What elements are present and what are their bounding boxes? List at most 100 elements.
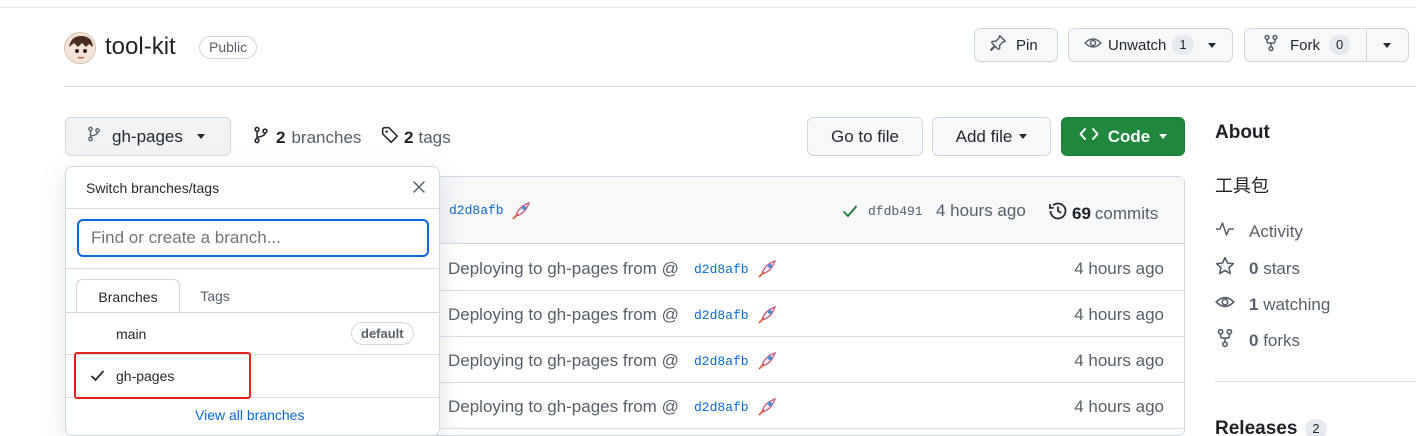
pin-label: Pin [1016,36,1038,54]
owner-avatar[interactable] [64,32,96,64]
commit-hash-link[interactable]: d2d8afb [694,308,749,323]
table-row[interactable]: Deploying to gh-pages from @ d2d8afb 4 h… [431,383,1184,429]
eye-icon [1215,292,1235,317]
activity-label: Activity [1249,221,1303,241]
branches-label: branches [291,127,362,147]
branch-search-input[interactable] [77,219,429,257]
branch-item-main[interactable]: main default [66,313,439,354]
go-to-file-button[interactable]: Go to file [807,117,923,156]
current-branch-label: gh-pages [112,126,183,146]
repo-name[interactable]: tool-kit [105,33,176,61]
fork-count: 0 [1329,35,1351,55]
header-separator [64,86,1416,87]
fork-icon [1262,34,1280,56]
branch-select-button[interactable]: gh-pages [65,117,231,156]
code-label: Code [1107,126,1151,146]
unwatch-label: Unwatch [1108,36,1167,54]
tag-icon [381,126,399,149]
branch-icon [252,126,270,149]
row-divider [431,428,1184,429]
pin-icon [989,34,1007,56]
branch-icon [86,126,102,147]
star-icon [1215,256,1235,281]
add-file-button[interactable]: Add file [932,117,1051,156]
chevron-down-icon [1207,42,1216,48]
tags-label: tags [418,127,451,147]
fork-icon [1215,328,1235,353]
dropdown-divider [66,208,439,209]
releases-label: Releases [1215,418,1298,436]
row-time: 4 hours ago [1074,305,1164,324]
stars-count: 0 [1249,258,1259,278]
code-icon [1079,126,1099,147]
stars-link[interactable]: 0 stars [1215,256,1300,281]
check-icon [842,204,858,223]
watching-label: watching [1263,294,1331,314]
visibility-badge: Public [199,36,258,59]
table-row[interactable]: Deploying to gh-pages from @ d2d8afb 4 h… [431,291,1184,337]
chevron-down-icon [1159,134,1168,139]
tags-link[interactable]: 2 tags [381,126,451,149]
tab-tags[interactable]: Tags [180,279,250,313]
commit-message: Deploying to gh-pages from @ [448,397,679,416]
commit-message: Deploying to gh-pages from @ [448,305,679,324]
commit-hash-link[interactable]: d2d8afb [694,262,749,277]
stars-label: stars [1263,258,1301,278]
chevron-down-icon [1019,134,1028,139]
forks-label: forks [1263,330,1301,350]
dropdown-title: Switch branches/tags [86,180,220,196]
table-row[interactable]: Deploying to gh-pages from @ d2d8afb 4 h… [431,337,1184,383]
commits-link[interactable]: 69 commits [1048,201,1158,226]
branches-link[interactable]: 2 branches [252,126,361,149]
history-icon [1048,201,1068,226]
rocket-icon [757,303,779,330]
commit-message: Deploying to gh-pages from @ [448,259,679,278]
watch-count: 1 [1172,35,1194,55]
top-border [0,7,1416,8]
activity-link[interactable]: Activity [1215,220,1303,243]
commit-hash-link[interactable]: d2d8afb [694,400,749,415]
view-all-branches-link[interactable]: View all branches [195,407,304,423]
rocket-icon [757,395,779,422]
watching-link[interactable]: 1 watching [1215,292,1330,317]
table-row[interactable]: Deploying to gh-pages from @ d2d8afb 4 h… [431,245,1184,291]
fork-label: Fork [1290,36,1320,54]
pulse-icon [1215,220,1235,243]
row-time: 4 hours ago [1074,397,1164,416]
unwatch-button[interactable]: Unwatch 1 [1068,28,1233,62]
rocket-icon [757,349,779,376]
fork-divider [1366,29,1367,61]
selection-highlight-box [74,352,251,399]
rocket-icon [511,199,533,226]
sidebar-divider [1215,381,1416,382]
latest-commit-hash[interactable]: dfdb491 [868,204,923,219]
commit-hash-link[interactable]: d2d8afb [694,354,749,369]
chevron-down-icon [196,134,205,139]
add-file-label: Add file [955,126,1013,146]
code-button[interactable]: Code [1061,117,1185,156]
releases-count: 2 [1305,419,1327,436]
eye-icon [1084,34,1102,56]
commits-count: 69 [1072,203,1091,223]
commit-message: Deploying to gh-pages from @ [448,351,679,370]
forks-link[interactable]: 0 forks [1215,328,1300,353]
row-time: 4 hours ago [1074,259,1164,278]
fork-button-group[interactable]: Fork 0 [1244,28,1409,62]
commit-hash-link[interactable]: d2d8afb [449,203,504,218]
dropdown-divider [66,268,439,269]
forks-count: 0 [1249,330,1259,350]
branch-name: main [116,326,147,342]
close-icon[interactable] [411,179,427,200]
row-time: 4 hours ago [1074,351,1164,370]
tags-count: 2 [404,127,414,147]
commits-label: commits [1094,203,1159,223]
about-heading: About [1215,122,1270,143]
releases-link[interactable]: Releases 2 [1215,418,1327,436]
rocket-icon [757,257,779,284]
fork-dropdown-icon[interactable] [1383,43,1391,48]
watching-count: 1 [1249,294,1259,314]
latest-commit-time: 4 hours ago [936,201,1026,220]
repo-description: 工具包 [1215,176,1269,196]
tab-branches[interactable]: Branches [76,279,180,313]
pin-button[interactable]: Pin [974,28,1058,62]
